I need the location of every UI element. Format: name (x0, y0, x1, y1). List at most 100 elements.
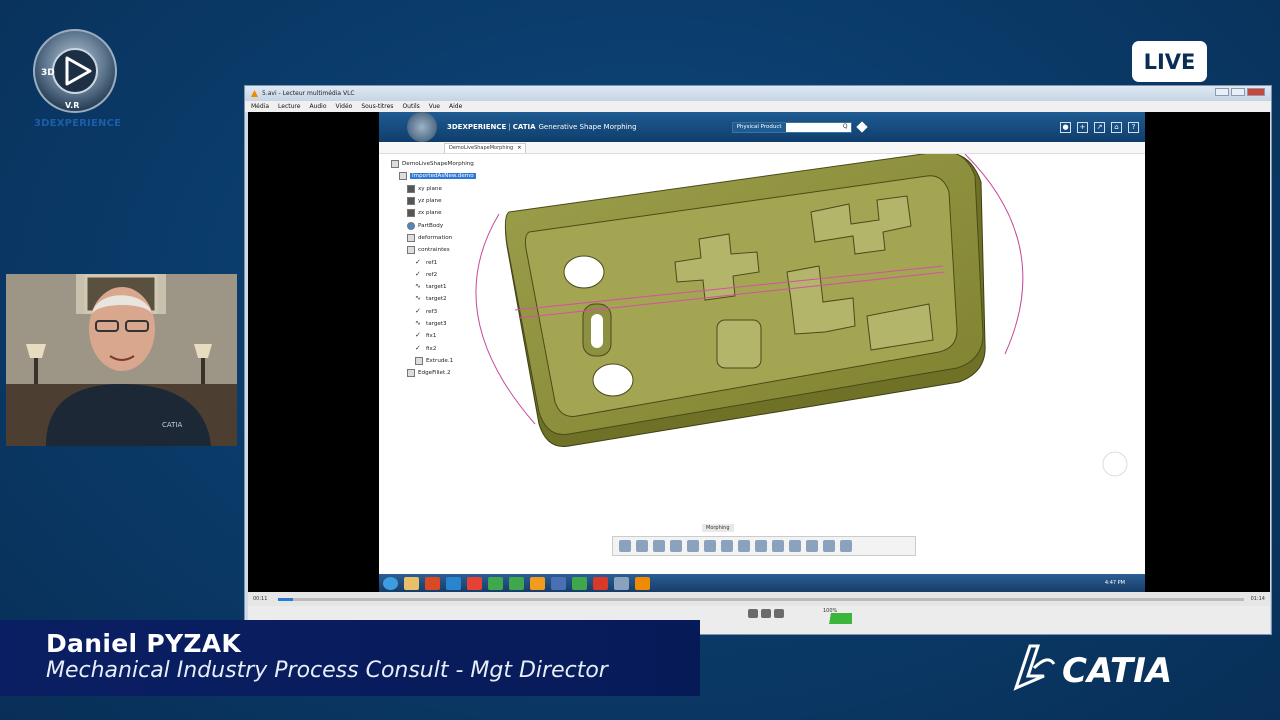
surface-icon[interactable] (772, 540, 784, 552)
menu-sous-titres[interactable]: Sous-titres (361, 103, 393, 110)
app-tree-icon-2[interactable] (509, 576, 524, 590)
warp-icon[interactable] (738, 540, 750, 552)
tree-item[interactable]: EdgeFillet.2 (391, 367, 476, 379)
tree-item-label: ref2 (426, 271, 438, 278)
search-box[interactable]: Physical Product Q (731, 121, 852, 133)
menu-audio[interactable]: Audio (309, 103, 326, 110)
check-icon: ✓ (415, 257, 421, 266)
menu-aide[interactable]: Aide (449, 103, 462, 110)
spec-tree: DemoLiveShapeMorphing ImportedAsNew.demo x… (391, 158, 476, 379)
curve-icon: ∿ (415, 294, 421, 303)
vlc-taskbar-icon[interactable] (635, 576, 650, 590)
share-icon[interactable]: ↗ (1094, 121, 1105, 133)
tree-item[interactable]: Extrude.1 (391, 355, 476, 367)
deform-icon[interactable] (721, 540, 733, 552)
menu-media[interactable]: Média (251, 103, 269, 110)
tree-item[interactable]: zx plane (391, 207, 476, 219)
morphing-toolbar-header: Morphing (612, 524, 812, 536)
maximize-button[interactable] (1231, 88, 1245, 96)
check-icon: ✓ (415, 343, 421, 352)
help-icon[interactable]: ? (1128, 121, 1139, 133)
frame-step-button[interactable] (761, 609, 771, 618)
shape-icon[interactable] (755, 540, 767, 552)
cut-icon[interactable] (619, 540, 631, 552)
tree-item[interactable]: ✓ ref2 (391, 269, 476, 281)
tree-item[interactable]: ✓ ref1 (391, 256, 476, 268)
search-scope-dropdown[interactable]: Physical Product (732, 122, 786, 132)
compass-icon[interactable] (407, 112, 437, 142)
start-button[interactable] (383, 576, 398, 590)
tree-item[interactable]: ∿ target3 (391, 318, 476, 330)
wrap-icon[interactable] (704, 540, 716, 552)
analysis-icon[interactable] (823, 540, 835, 552)
speaker-webcam: CATIA (6, 274, 237, 446)
tag-icon[interactable] (855, 121, 868, 133)
menu-vue[interactable]: Vue (429, 103, 440, 110)
curve-icon: ∿ (415, 319, 421, 327)
snapshot-button[interactable] (748, 609, 758, 618)
tree-item[interactable]: PartBody (391, 219, 476, 231)
settings-icon[interactable] (687, 540, 699, 552)
tree-item[interactable]: yz plane (391, 195, 476, 207)
app-name: Generative Shape Morphing (538, 123, 637, 131)
tree-item[interactable]: ∿ target2 (391, 293, 476, 305)
box-icon[interactable] (806, 540, 818, 552)
loop-button[interactable] (774, 609, 784, 618)
copy-icon[interactable] (636, 540, 648, 552)
vlc-video-area[interactable]: 3DEXPERIENCE | CATIA Generative Shape Morph… (248, 112, 1270, 592)
search-icon[interactable]: Q (843, 123, 851, 132)
pdf-icon[interactable] (593, 576, 608, 590)
close-button[interactable] (1247, 88, 1265, 96)
minimize-button[interactable] (1215, 88, 1229, 96)
menu-video[interactable]: Vidéo (336, 103, 353, 110)
tree-item[interactable]: ✓ ref3 (391, 306, 476, 318)
select-icon[interactable] (789, 540, 801, 552)
user-icon[interactable]: ● (1060, 121, 1071, 133)
app-icon-5[interactable] (614, 576, 629, 590)
home-icon[interactable]: ⌂ (1111, 121, 1122, 133)
tab-close-icon[interactable]: × (517, 145, 521, 151)
menu-lecture[interactable]: Lecture (278, 103, 300, 110)
ie-icon[interactable] (446, 576, 461, 590)
tool-icon[interactable] (840, 540, 852, 552)
live-badge: LIVE (1132, 41, 1207, 82)
chrome-icon[interactable] (467, 576, 482, 590)
tree-item[interactable]: deformation (391, 232, 476, 244)
vlc-seekbar[interactable]: 00:11 01:14 (248, 592, 1270, 606)
app-tree-icon-4[interactable] (572, 576, 587, 590)
app-icon-3[interactable] (551, 576, 566, 590)
tree-item-label: DemoLiveShapeMorphing (402, 161, 474, 168)
tree-item-label: deformation (418, 234, 453, 241)
tree-item[interactable]: ✓ fix1 (391, 330, 476, 342)
outlook-icon[interactable] (530, 576, 545, 590)
explorer-icon[interactable] (404, 576, 419, 590)
catia-logo: CATIA (1013, 644, 1172, 691)
tree-item-label: ref1 (426, 259, 438, 266)
part-icon (399, 172, 407, 181)
morphed-part[interactable] (504, 154, 986, 448)
add-icon[interactable]: + (1077, 121, 1088, 133)
tree-item-label: PartBody (418, 222, 444, 229)
menu-outils[interactable]: Outils (402, 103, 419, 110)
app-tree-icon-1[interactable] (488, 576, 503, 590)
seek-track[interactable] (278, 598, 1244, 601)
tree-item-label: contraintes (418, 247, 450, 254)
media-player-icon[interactable] (425, 576, 440, 590)
tab-demo[interactable]: DemoLiveShapeMorphing × (444, 143, 527, 153)
speaker-role: Mechanical Industry Process Consult - Mg… (46, 658, 608, 683)
tree-item[interactable]: ImportedAsNew.demo (391, 170, 476, 182)
tree-item[interactable]: ✓ fix2 (391, 342, 476, 354)
compass-widget-icon[interactable] (1102, 451, 1128, 477)
vlc-menubar: Média Lecture Audio Vidéo Sous-titres Ou… (245, 101, 1271, 112)
tree-item[interactable]: xy plane (391, 183, 476, 195)
tree-item-label: fix2 (426, 345, 437, 352)
plane-icon (407, 184, 415, 193)
tree-item[interactable]: DemoLiveShapeMorphing (391, 158, 476, 170)
volume-slider[interactable] (808, 613, 852, 624)
paste-icon[interactable] (653, 540, 665, 552)
vlc-titlebar: 5.avi - Lecteur multimédia VLC (245, 86, 1271, 101)
tree-item[interactable]: ∿ target1 (391, 281, 476, 293)
tree-item[interactable]: contraintes (391, 244, 476, 256)
tree-item-label: Extrude.1 (426, 357, 454, 364)
undo-icon[interactable] (670, 540, 682, 552)
